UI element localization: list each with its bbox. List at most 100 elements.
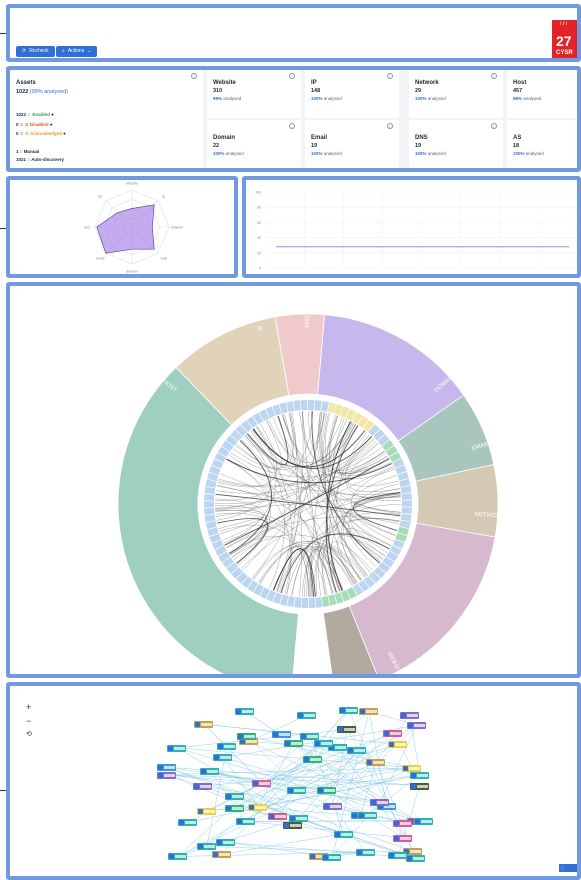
graph-node[interactable]: [409, 771, 429, 779]
node-text: [164, 773, 175, 777]
node-icon: [168, 745, 174, 751]
graph-node[interactable]: [268, 813, 288, 821]
graph-node[interactable]: [251, 780, 271, 788]
info-icon[interactable]: i: [289, 73, 295, 79]
fullscreen-icon: ⛶: [561, 865, 564, 870]
graph-node[interactable]: [211, 851, 231, 859]
node-text: [303, 714, 315, 718]
node-icon: [351, 812, 357, 818]
graph-node[interactable]: [392, 819, 412, 827]
graph-node[interactable]: [399, 711, 419, 719]
info-icon[interactable]: i: [387, 73, 393, 79]
graph-node[interactable]: [406, 722, 426, 730]
info-icon[interactable]: i: [491, 73, 497, 79]
graph-node[interactable]: [196, 843, 216, 851]
graph-node[interactable]: [234, 707, 254, 715]
chord-cell: [308, 400, 315, 411]
graph-node[interactable]: [200, 768, 220, 776]
chord-link: [281, 414, 391, 547]
line-chart-panel: 100 80 60 40 20 0: [242, 176, 581, 278]
chord-segment-website[interactable]: [348, 522, 496, 674]
node-text: [395, 853, 407, 857]
asset-card-email[interactable]: i Email 19 100% analysed: [305, 120, 399, 168]
graph-node[interactable]: [322, 803, 342, 811]
node-icon: [226, 805, 232, 811]
graph-node[interactable]: [282, 822, 302, 830]
node-icon: [323, 854, 329, 860]
graph-node[interactable]: [337, 726, 357, 734]
graph-node[interactable]: [167, 744, 187, 752]
graph-node[interactable]: [388, 851, 408, 859]
graph-node[interactable]: [193, 721, 213, 729]
graph-node[interactable]: [247, 804, 267, 812]
graph-node[interactable]: [366, 758, 386, 766]
graph-node[interactable]: [313, 740, 333, 748]
card-analysed: 100% analysed: [213, 151, 244, 156]
asset-card-as[interactable]: iAS18100% analysed: [507, 120, 577, 168]
graph-node[interactable]: [370, 798, 390, 806]
graph-node[interactable]: [225, 804, 245, 812]
asset-card-network[interactable]: i Network 29 100% analysed: [409, 70, 503, 118]
graph-node[interactable]: [355, 849, 375, 856]
graph-node[interactable]: [196, 807, 216, 815]
graph-node[interactable]: [225, 793, 245, 801]
graph-node[interactable]: [296, 712, 316, 720]
node-icon: [334, 831, 340, 837]
radar-label: website: [126, 182, 138, 186]
info-icon[interactable]: i: [289, 123, 295, 129]
recheck-button[interactable]: ⟳ Recheck: [16, 46, 55, 57]
asset-card-website[interactable]: i Website 310 99% analysed: [207, 70, 301, 118]
graph-node[interactable]: [347, 747, 367, 755]
asset-card-host[interactable]: iHost45798% analysed: [507, 70, 577, 118]
asset-card-ip[interactable]: i IP 148 100% analysed: [305, 70, 399, 118]
chord-link: [230, 421, 352, 556]
graph-node[interactable]: [213, 754, 233, 762]
asset-card-domain[interactable]: i Domain 22 100% analysed: [207, 120, 301, 168]
asset-card-dns[interactable]: i DNS 19 100% analysed: [409, 120, 503, 168]
node-text: [218, 853, 230, 857]
node-icon: [297, 713, 303, 719]
info-icon[interactable]: i: [387, 123, 393, 129]
node-icon: [309, 853, 315, 859]
graph-node[interactable]: [156, 764, 176, 772]
info-icon[interactable]: i: [491, 123, 497, 129]
graph-node[interactable]: [402, 764, 421, 772]
graph-node[interactable]: [333, 830, 353, 838]
info-icon: ●: [49, 122, 53, 127]
node-text: [320, 742, 332, 746]
node-icon: [403, 765, 408, 771]
graph-node[interactable]: [193, 782, 213, 790]
actions-button[interactable]: ⌕ Actions ⌄: [56, 46, 98, 57]
node-text: [289, 824, 301, 828]
graph-node[interactable]: [359, 708, 379, 716]
graph-node[interactable]: [217, 743, 237, 751]
graph-node[interactable]: [286, 786, 306, 794]
graph-node[interactable]: [409, 782, 429, 790]
graph-node[interactable]: [300, 732, 320, 740]
graph-node[interactable]: [405, 855, 425, 863]
node-icon: [214, 755, 220, 761]
graph-node[interactable]: [168, 853, 188, 861]
graph-node[interactable]: [289, 815, 309, 823]
fullscreen-button[interactable]: ⛶ Fullscreen: [559, 864, 577, 876]
graph-node[interactable]: [235, 818, 255, 826]
graph-node[interactable]: [216, 839, 236, 847]
graph-node[interactable]: [236, 732, 256, 740]
graph-node[interactable]: [177, 819, 197, 827]
graph-node[interactable]: [283, 740, 303, 748]
graph-node[interactable]: [383, 729, 403, 737]
graph-node[interactable]: [157, 771, 176, 779]
graph-node[interactable]: [357, 811, 377, 819]
graph-node[interactable]: [413, 817, 433, 825]
graph-node[interactable]: [338, 706, 358, 714]
graph-node[interactable]: [317, 787, 337, 795]
graph-node[interactable]: [303, 756, 323, 764]
graph-node[interactable]: [322, 853, 342, 861]
node-text: [200, 784, 212, 788]
node-icon: [226, 794, 232, 800]
info-icon[interactable]: i: [191, 73, 197, 79]
chord-cell: [286, 401, 295, 413]
graph-node[interactable]: [388, 741, 408, 749]
graph-node[interactable]: [393, 834, 413, 842]
graph-node[interactable]: [272, 731, 292, 739]
